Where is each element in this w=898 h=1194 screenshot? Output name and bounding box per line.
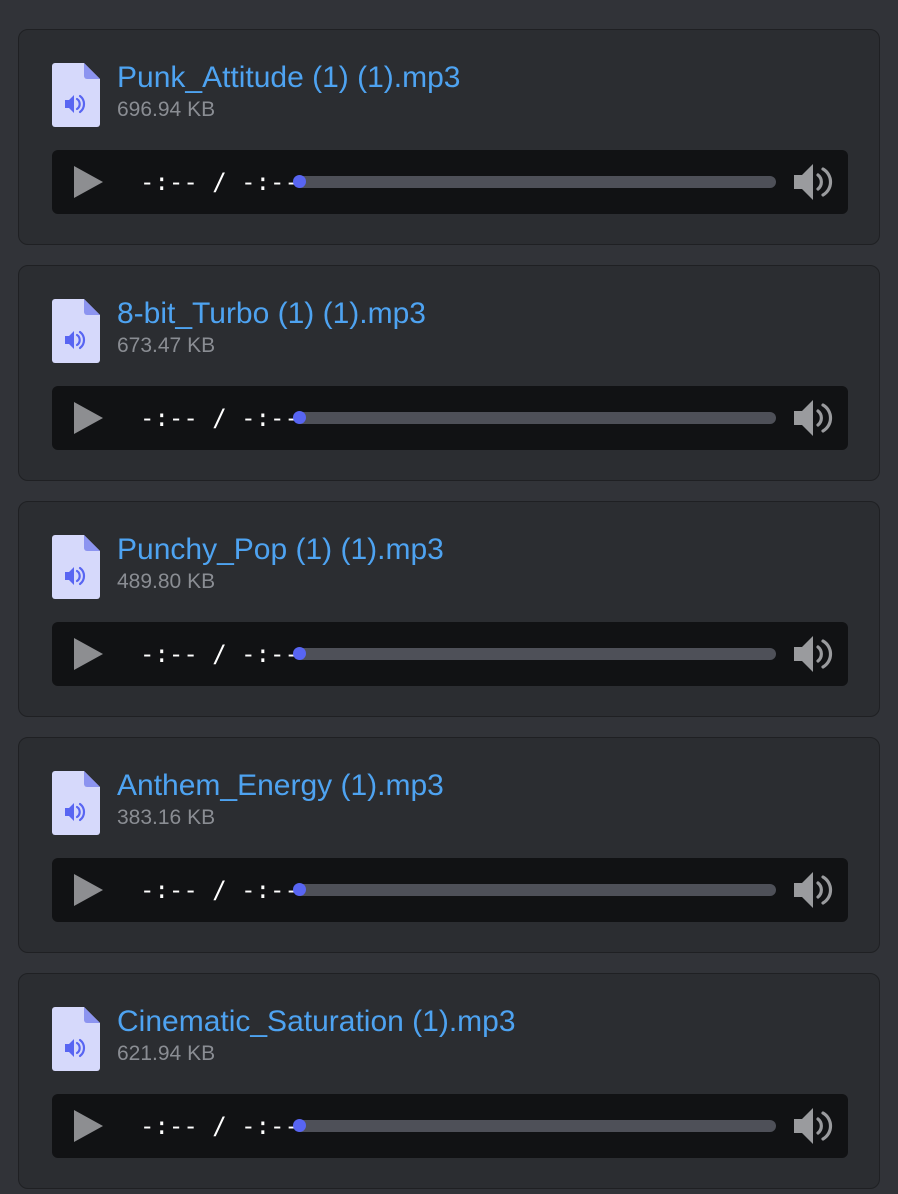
playback-time: -:-- / -:-- (140, 640, 299, 668)
file-size: 621.94 KB (117, 1042, 216, 1065)
progress-thumb[interactable] (293, 411, 306, 424)
play-icon[interactable] (70, 164, 106, 200)
audio-player: -:-- / -:-- (52, 150, 848, 214)
play-icon[interactable] (70, 1108, 106, 1144)
progress-thumb[interactable] (293, 175, 306, 188)
volume-icon[interactable] (792, 1106, 836, 1146)
volume-icon[interactable] (792, 398, 836, 438)
file-name-link[interactable]: Punk_Attitude (1) (1).mp3 (117, 60, 461, 96)
audio-player: -:-- / -:-- (52, 622, 848, 686)
audio-file-icon (52, 63, 100, 127)
play-icon[interactable] (70, 400, 106, 436)
audio-file-icon (52, 535, 100, 599)
audio-player: -:-- / -:-- (52, 858, 848, 922)
progress-thumb[interactable] (293, 883, 306, 896)
file-name-link[interactable]: 8-bit_Turbo (1) (1).mp3 (117, 296, 426, 332)
audio-attachment-card: Cinematic_Saturation (1).mp3 621.94 KB -… (18, 973, 880, 1189)
progress-thumb[interactable] (293, 647, 306, 660)
file-name-link[interactable]: Punchy_Pop (1) (1).mp3 (117, 532, 444, 568)
audio-file-icon (52, 1007, 100, 1071)
audio-attachment-card: Punk_Attitude (1) (1).mp3 696.94 KB -:--… (18, 29, 880, 245)
progress-bar[interactable] (293, 1119, 776, 1132)
volume-icon[interactable] (792, 162, 836, 202)
volume-icon[interactable] (792, 870, 836, 910)
progress-bar[interactable] (293, 175, 776, 188)
audio-attachment-card: Punchy_Pop (1) (1).mp3 489.80 KB -:-- / … (18, 501, 880, 717)
file-name-link[interactable]: Cinematic_Saturation (1).mp3 (117, 1004, 516, 1040)
playback-time: -:-- / -:-- (140, 1112, 299, 1140)
playback-time: -:-- / -:-- (140, 404, 299, 432)
audio-player: -:-- / -:-- (52, 386, 848, 450)
audio-file-icon (52, 771, 100, 835)
file-name-link[interactable]: Anthem_Energy (1).mp3 (117, 768, 444, 804)
play-icon[interactable] (70, 636, 106, 672)
audio-attachment-card: Anthem_Energy (1).mp3 383.16 KB -:-- / -… (18, 737, 880, 953)
progress-bar[interactable] (293, 883, 776, 896)
audio-file-icon (52, 299, 100, 363)
progress-bar[interactable] (293, 411, 776, 424)
play-icon[interactable] (70, 872, 106, 908)
file-size: 489.80 KB (117, 570, 216, 593)
file-size: 696.94 KB (117, 98, 216, 121)
playback-time: -:-- / -:-- (140, 168, 299, 196)
audio-attachment-list: Punk_Attitude (1) (1).mp3 696.94 KB -:--… (0, 0, 898, 1194)
file-size: 383.16 KB (117, 806, 216, 829)
audio-player: -:-- / -:-- (52, 1094, 848, 1158)
audio-attachment-card: 8-bit_Turbo (1) (1).mp3 673.47 KB -:-- /… (18, 265, 880, 481)
volume-icon[interactable] (792, 634, 836, 674)
playback-time: -:-- / -:-- (140, 876, 299, 904)
progress-thumb[interactable] (293, 1119, 306, 1132)
progress-bar[interactable] (293, 647, 776, 660)
file-size: 673.47 KB (117, 334, 216, 357)
